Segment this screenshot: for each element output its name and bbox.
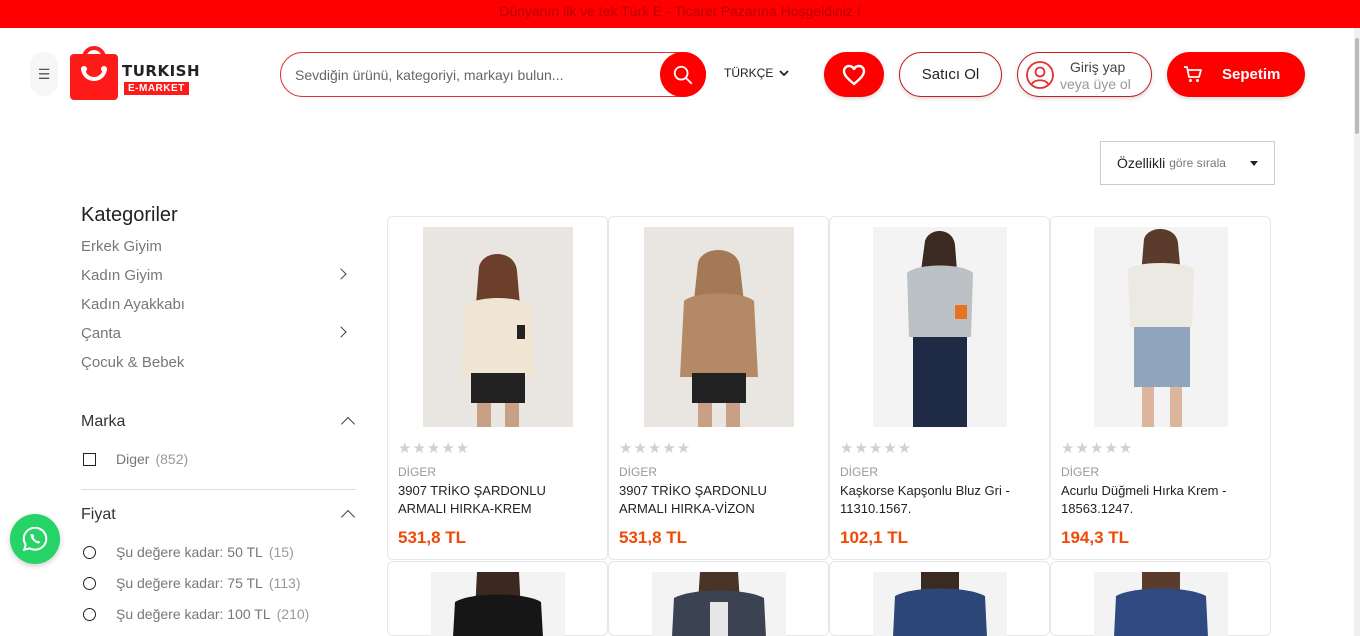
caret-down-icon	[1250, 161, 1258, 166]
radio-button[interactable]	[83, 576, 96, 590]
whatsapp-chat-button[interactable]	[10, 514, 60, 564]
product-image[interactable]	[644, 227, 794, 427]
product-price: 194,3 TL	[1061, 528, 1130, 547]
product-price: 102,1 TL	[840, 528, 909, 547]
product-title[interactable]: 3907 TRİKO ŞARDONLU ARMALI HIRKA-VİZON	[619, 482, 809, 518]
price-filter-option[interactable]: Şu değere kadar: 75 TL (113)	[83, 575, 301, 591]
language-label: TÜRKÇE	[724, 66, 774, 80]
product-card[interactable]: ★★★★★ DİGER 3907 TRİKO ŞARDONLU ARMALI H…	[387, 216, 608, 560]
product-card[interactable]	[1050, 561, 1271, 636]
product-brand: DİGER	[840, 465, 879, 479]
product-title[interactable]: Kaşkorse Kapşonlu Bluz Gri - 11310.1567.	[840, 482, 1030, 518]
register-label: veya üye ol	[1060, 76, 1131, 92]
chevron-right-icon[interactable]	[335, 268, 347, 280]
category-item[interactable]: Erkek Giyim	[81, 238, 353, 255]
rating-stars: ★★★★★	[840, 440, 913, 457]
chevron-down-icon	[779, 70, 789, 77]
scrollbar-thumb[interactable]	[1355, 38, 1359, 134]
product-image[interactable]	[423, 227, 573, 427]
sort-dropdown[interactable]: Özellikli göre sırala	[1100, 141, 1275, 185]
rating-stars: ★★★★★	[398, 440, 471, 457]
user-icon	[1026, 61, 1054, 89]
product-title[interactable]: 3907 TRİKO ŞARDONLU ARMALI HIRKA-KREM	[398, 482, 588, 518]
product-image[interactable]	[873, 227, 1007, 427]
search-bar	[280, 52, 706, 97]
rating-stars: ★★★★★	[1061, 440, 1134, 457]
categories-title: Kategoriler	[81, 204, 178, 226]
sort-label: Özellikli	[1117, 155, 1166, 171]
hamburger-menu-button[interactable]: ☰	[30, 52, 58, 96]
sort-hint: göre sırala	[1169, 156, 1226, 170]
product-price: 531,8 TL	[619, 528, 688, 547]
product-card[interactable]	[829, 561, 1050, 636]
login-button[interactable]: Giriş yap veya üye ol	[1017, 52, 1152, 97]
whatsapp-icon	[22, 526, 48, 552]
product-image[interactable]	[873, 572, 1007, 636]
divider	[81, 489, 356, 490]
product-price: 531,8 TL	[398, 528, 467, 547]
product-brand: DİGER	[619, 465, 658, 479]
search-icon	[673, 65, 693, 84]
product-image[interactable]	[1094, 572, 1228, 636]
radio-button[interactable]	[83, 607, 96, 621]
product-card[interactable]: ★★★★★ DİGER Acurlu Düğmeli Hırka Krem - …	[1050, 216, 1271, 560]
product-title[interactable]: Acurlu Düğmeli Hırka Krem - 18563.1247.	[1061, 482, 1251, 518]
site-logo[interactable]: TURKISH E-MARKET	[70, 46, 200, 102]
cart-button[interactable]: Sepetim	[1167, 52, 1305, 97]
announcement-text: Dünyanın ilk ve tek Türk E - Ticaret Paz…	[499, 3, 861, 19]
page-scrollbar[interactable]	[1354, 28, 1360, 636]
product-image[interactable]	[431, 572, 565, 636]
search-input[interactable]	[295, 63, 655, 87]
radio-button[interactable]	[83, 545, 96, 559]
heart-icon	[842, 64, 866, 85]
menu-icon: ☰	[37, 65, 51, 82]
product-brand: DİGER	[398, 465, 437, 479]
logo-sub: E-MARKET	[124, 82, 189, 95]
price-filter-title[interactable]: Fiyat	[81, 506, 357, 525]
chevron-right-icon[interactable]	[335, 326, 347, 338]
rating-stars: ★★★★★	[619, 440, 692, 457]
login-label: Giriş yap	[1070, 59, 1126, 75]
category-item[interactable]: Çanta	[81, 325, 353, 342]
chevron-up-icon[interactable]	[340, 509, 356, 525]
chevron-up-icon[interactable]	[340, 416, 356, 432]
product-image[interactable]	[1094, 227, 1228, 427]
product-card[interactable]: ★★★★★ DİGER 3907 TRİKO ŞARDONLU ARMALI H…	[608, 216, 829, 560]
category-item[interactable]: Kadın Ayakkabı	[81, 296, 353, 313]
search-button[interactable]	[660, 52, 706, 97]
checkbox[interactable]	[83, 452, 96, 466]
product-image[interactable]	[652, 572, 786, 636]
price-filter-option[interactable]: Şu değere kadar: 100 TL (210)	[83, 606, 309, 622]
logo-name: TURKISH	[122, 62, 201, 80]
language-selector[interactable]: TÜRKÇE	[724, 66, 789, 80]
category-item[interactable]: Çocuk & Bebek	[81, 354, 353, 371]
product-brand: DİGER	[1061, 465, 1100, 479]
cart-label: Sepetim	[1222, 66, 1281, 83]
seller-label: Satıcı Ol	[921, 66, 980, 83]
brand-filter-option[interactable]: Diger (852)	[83, 451, 188, 467]
product-card[interactable]: ★★★★★ DİGER Kaşkorse Kapşonlu Bluz Gri -…	[829, 216, 1050, 560]
become-seller-button[interactable]: Satıcı Ol	[899, 52, 1002, 97]
category-item[interactable]: Kadın Giyim	[81, 267, 353, 284]
cart-icon	[1184, 66, 1202, 82]
brand-filter-title[interactable]: Marka	[81, 413, 357, 432]
price-filter-option[interactable]: Şu değere kadar: 50 TL (15)	[83, 544, 294, 560]
favorites-button[interactable]	[824, 52, 884, 97]
announcement-bar: Dünyanın ilk ve tek Türk E - Ticaret Paz…	[0, 0, 1360, 28]
product-card[interactable]	[608, 561, 829, 636]
product-card[interactable]	[387, 561, 608, 636]
